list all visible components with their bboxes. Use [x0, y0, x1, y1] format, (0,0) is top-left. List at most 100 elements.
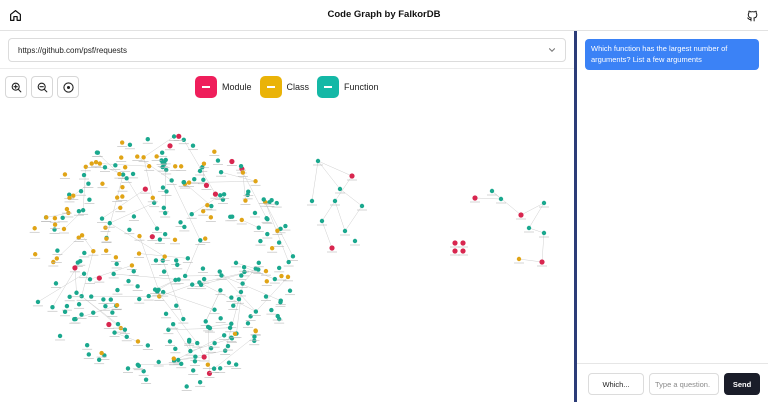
- function-node[interactable]: [253, 309, 259, 314]
- function-node[interactable]: [212, 307, 217, 312]
- module-node[interactable]: [203, 182, 210, 188]
- class-node[interactable]: [157, 294, 162, 299]
- function-node[interactable]: [102, 165, 108, 170]
- function-node[interactable]: [252, 210, 258, 216]
- function-node[interactable]: [108, 297, 114, 302]
- class-node[interactable]: [253, 179, 258, 184]
- legend-item-module[interactable]: Module: [195, 76, 252, 98]
- function-node[interactable]: [229, 295, 234, 300]
- class-node[interactable]: [147, 164, 152, 169]
- class-node[interactable]: [119, 155, 124, 160]
- function-node[interactable]: [127, 142, 133, 148]
- function-node[interactable]: [80, 208, 86, 213]
- function-node[interactable]: [272, 276, 278, 282]
- function-node[interactable]: [352, 238, 358, 244]
- function-node[interactable]: [269, 307, 274, 313]
- function-node[interactable]: [156, 359, 161, 365]
- module-node[interactable]: [96, 275, 102, 281]
- class-node[interactable]: [173, 164, 178, 169]
- class-node[interactable]: [135, 339, 141, 344]
- function-node[interactable]: [178, 220, 183, 225]
- class-node[interactable]: [516, 256, 522, 262]
- function-node[interactable]: [122, 327, 128, 332]
- function-node[interactable]: [160, 185, 166, 190]
- function-node[interactable]: [189, 212, 194, 217]
- class-node[interactable]: [91, 248, 96, 254]
- class-node[interactable]: [239, 217, 244, 223]
- function-node[interactable]: [86, 352, 92, 357]
- function-node[interactable]: [240, 281, 245, 286]
- class-node[interactable]: [54, 256, 60, 261]
- class-node[interactable]: [253, 328, 258, 334]
- class-node[interactable]: [150, 195, 156, 201]
- module-node[interactable]: [201, 354, 207, 360]
- function-node[interactable]: [84, 342, 90, 348]
- function-node[interactable]: [275, 313, 280, 319]
- module-node[interactable]: [167, 143, 173, 149]
- function-node[interactable]: [191, 368, 196, 373]
- function-node[interactable]: [229, 321, 234, 326]
- center-button[interactable]: [57, 76, 79, 98]
- function-node[interactable]: [72, 317, 77, 322]
- function-node[interactable]: [74, 290, 79, 295]
- function-node[interactable]: [87, 197, 92, 202]
- class-node[interactable]: [33, 252, 38, 257]
- module-node[interactable]: [212, 191, 219, 197]
- function-node[interactable]: [161, 205, 167, 211]
- function-node[interactable]: [258, 238, 263, 244]
- function-node[interactable]: [101, 297, 106, 302]
- function-node[interactable]: [192, 177, 197, 182]
- class-node[interactable]: [83, 164, 88, 170]
- class-node[interactable]: [178, 164, 184, 169]
- class-node[interactable]: [52, 222, 58, 227]
- function-node[interactable]: [239, 273, 244, 278]
- function-node[interactable]: [274, 200, 279, 206]
- function-node[interactable]: [161, 269, 167, 274]
- function-node[interactable]: [337, 186, 343, 192]
- module-node[interactable]: [72, 265, 78, 271]
- function-node[interactable]: [265, 231, 270, 237]
- legend-item-class[interactable]: Class: [259, 76, 309, 98]
- function-node[interactable]: [489, 188, 495, 194]
- function-node[interactable]: [120, 172, 126, 177]
- function-node[interactable]: [287, 288, 293, 293]
- function-node[interactable]: [233, 260, 239, 266]
- function-node[interactable]: [342, 228, 348, 234]
- function-node[interactable]: [201, 177, 206, 182]
- function-node[interactable]: [173, 346, 178, 352]
- function-node[interactable]: [211, 366, 217, 371]
- function-node[interactable]: [205, 324, 211, 330]
- class-node[interactable]: [93, 160, 99, 165]
- class-node[interactable]: [135, 154, 140, 159]
- function-node[interactable]: [154, 226, 160, 231]
- class-node[interactable]: [205, 203, 210, 208]
- function-node[interactable]: [182, 273, 188, 279]
- class-node[interactable]: [62, 172, 68, 177]
- function-node[interactable]: [151, 200, 157, 205]
- function-node[interactable]: [332, 198, 338, 204]
- function-node[interactable]: [94, 150, 100, 155]
- class-node[interactable]: [103, 225, 108, 230]
- function-node[interactable]: [124, 176, 129, 181]
- function-node[interactable]: [192, 359, 198, 364]
- repo-select[interactable]: https://github.com/psf/requests: [8, 38, 566, 62]
- function-node[interactable]: [218, 193, 223, 198]
- function-node[interactable]: [131, 214, 137, 219]
- function-node[interactable]: [256, 225, 261, 230]
- class-node[interactable]: [269, 245, 275, 251]
- function-node[interactable]: [218, 288, 223, 293]
- function-node[interactable]: [264, 216, 269, 221]
- function-node[interactable]: [163, 157, 168, 163]
- function-node[interactable]: [79, 312, 84, 317]
- class-node[interactable]: [119, 140, 125, 145]
- question-input[interactable]: [649, 373, 719, 395]
- function-node[interactable]: [64, 303, 70, 309]
- function-node[interactable]: [197, 380, 203, 385]
- class-node[interactable]: [61, 226, 67, 232]
- function-node[interactable]: [91, 310, 96, 315]
- send-button[interactable]: Send: [724, 373, 760, 395]
- class-node[interactable]: [100, 181, 105, 186]
- function-node[interactable]: [55, 248, 60, 253]
- function-node[interactable]: [256, 260, 261, 266]
- class-node[interactable]: [172, 237, 178, 243]
